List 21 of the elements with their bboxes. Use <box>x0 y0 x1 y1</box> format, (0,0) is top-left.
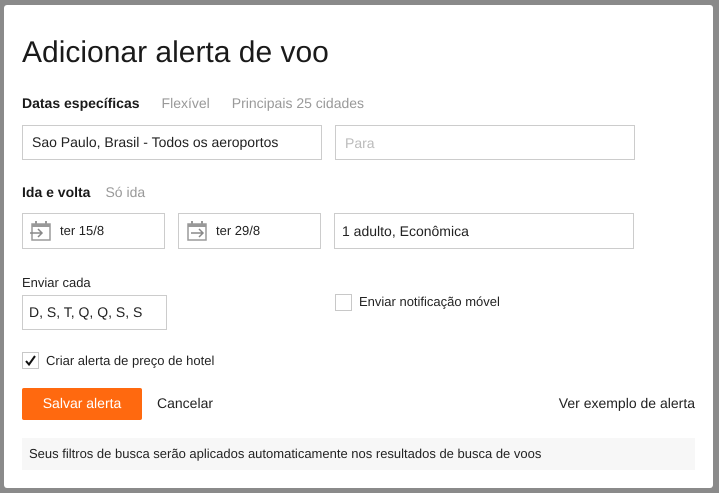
dialog-title: Adicionar alerta de voo <box>22 35 330 71</box>
travelers-field[interactable]: 1 adulto, Econômica <box>334 213 634 249</box>
cancel-link[interactable]: Cancelar <box>157 393 214 414</box>
date-field[interactable]: ter 15/8 <box>22 213 165 249</box>
frequency-field[interactable]: D, S, T, Q, Q, S, S <box>22 295 167 330</box>
calendar-icon <box>186 220 208 242</box>
checkbox-label: Criar alerta de preço de hotel <box>46 352 214 370</box>
checkbox-label: Enviar notificação móvel <box>359 293 500 312</box>
origin-field[interactable]: Sao Paulo, Brasil - Todos os aeroportos <box>22 125 322 160</box>
destination-field[interactable]: Para <box>335 125 635 160</box>
frequency-label: Enviar cada <box>22 275 92 291</box>
trip-type-tab[interactable]: Ida e volta <box>22 182 90 203</box>
search-tab[interactable]: Datas específicas <box>22 93 140 114</box>
date-field[interactable]: ter 29/8 <box>178 213 321 249</box>
example-link[interactable]: Ver exemplo de alerta <box>558 393 695 414</box>
date-value: ter 29/8 <box>216 222 260 240</box>
calendar-icon <box>30 220 52 242</box>
date-value: ter 15/8 <box>60 222 104 240</box>
checkbox[interactable] <box>22 352 39 370</box>
info-bar: Seus filtros de busca serão aplicados automaticamente nos resultados de busca de voos <box>22 438 695 470</box>
checkbox[interactable] <box>335 294 352 310</box>
